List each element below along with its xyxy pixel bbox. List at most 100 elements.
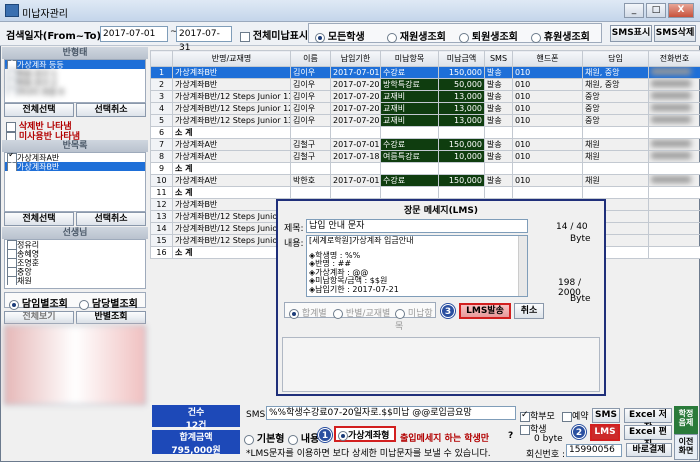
subject-input[interactable]: 납입 안내 문자 — [306, 219, 528, 233]
table-cell-n[interactable]: 3 — [150, 90, 173, 103]
view-by-homeroom[interactable]: 담임별조회 — [9, 295, 68, 310]
table-cell-phone[interactable]: 010 — [512, 114, 583, 127]
table-cell-item[interactable] — [380, 186, 439, 199]
table-cell-sms[interactable]: 발송 — [484, 78, 513, 91]
table-cell-phone[interactable] — [512, 186, 583, 199]
table-cell-phone-blurred[interactable] — [648, 162, 700, 175]
content-scrollbar[interactable] — [518, 236, 527, 296]
deselect-all-button[interactable]: 선택취소 — [76, 103, 146, 117]
table-cell-due[interactable]: 2017-07-01 — [330, 138, 381, 151]
table-row[interactable]: 8 가상계좌A반 김철구 2017-07-18 여름특강료 10,000 발송 010 채원 — [150, 150, 700, 163]
table-cell-class[interactable]: 소 계 — [172, 186, 291, 199]
table-cell-class[interactable]: 가상계좌B반 — [172, 78, 291, 91]
table-cell-n[interactable]: 16 — [150, 246, 173, 259]
list-item[interactable]: 중앙 — [5, 267, 145, 276]
option-total[interactable]: 합계별 — [289, 306, 327, 319]
table-cell-teacher[interactable]: 중앙 — [582, 102, 649, 115]
deselect-all-button-2[interactable]: 선택취소 — [76, 212, 146, 226]
table-cell-amount[interactable] — [438, 186, 485, 199]
table-row[interactable]: 7 가상계좌A반 김철구 2017-07-01 수강료 150,000 발송 010 채원 — [150, 138, 700, 151]
table-cell-phone-blurred[interactable] — [648, 174, 700, 187]
help-question[interactable]: ? — [508, 431, 513, 441]
parent-checkbox[interactable]: 학부모 — [520, 409, 555, 422]
list-item[interactable]: 가상계좌 등등 — [5, 60, 145, 69]
table-cell-name[interactable]: 김철구 — [290, 150, 331, 163]
view-by-charge[interactable]: 담당별조회 — [79, 295, 138, 310]
table-cell-phone[interactable]: 010 — [512, 138, 583, 151]
table-cell-phone[interactable]: 010 — [512, 78, 583, 91]
table-cell-n[interactable]: 5 — [150, 114, 173, 127]
table-cell-due[interactable]: 2017-07-20 — [330, 90, 381, 103]
table-row[interactable]: 9소 계 160,000 — [150, 162, 700, 175]
close-button[interactable]: X — [668, 3, 694, 18]
table-cell-sms[interactable]: 발송 — [484, 150, 513, 163]
table-cell-amount[interactable]: 13,000 — [438, 114, 485, 127]
table-cell-sms[interactable] — [484, 162, 513, 175]
table-cell-item[interactable]: 수강료 — [380, 174, 439, 187]
column-header[interactable]: 납입기한 — [330, 50, 381, 67]
table-cell-n[interactable]: 11 — [150, 186, 173, 199]
table-cell-amount[interactable]: 150,000 — [438, 138, 485, 151]
table-cell-name[interactable] — [290, 162, 331, 175]
table-cell-phone[interactable]: 010 — [512, 66, 583, 79]
table-cell-teacher[interactable]: 채원 — [582, 150, 649, 163]
table-cell-due[interactable]: 2017-07-18 — [330, 150, 381, 163]
table-cell-phone-blurred[interactable] — [648, 102, 700, 115]
table-cell-item[interactable]: 교재비 — [380, 90, 439, 103]
table-cell-teacher[interactable]: 채원 — [582, 138, 649, 151]
table-cell-n[interactable]: 14 — [150, 222, 173, 235]
lms-send-button[interactable]: LMS발송 — [459, 303, 511, 319]
table-cell-class[interactable]: 가상계좌B반/12 Steps Junior — [172, 234, 291, 247]
table-cell-class[interactable]: 가상계좌A반 — [172, 174, 291, 187]
table-cell-class[interactable]: 가상계좌B반/12 Steps Junior 11 — [172, 90, 291, 103]
table-cell-amount[interactable]: 13,000 — [438, 90, 485, 103]
callback-number-select[interactable]: 15990056 — [566, 444, 622, 457]
list-item[interactable]: 송혜영 — [5, 249, 145, 258]
table-cell-phone-blurred[interactable] — [648, 234, 700, 247]
table-row[interactable]: 5 가상계좌B반/12 Steps Junior 13 김이우 2017-07-20 교… — [150, 114, 700, 127]
table-row[interactable]: 4 가상계좌B반/12 Steps Junior 12 김이우 2017-07-20 교… — [150, 102, 700, 115]
table-cell-amount[interactable]: 160,000 — [438, 162, 485, 175]
table-cell-due[interactable]: 2017-07-01 — [330, 174, 381, 187]
sms-send-button[interactable]: SMS — [592, 408, 620, 423]
table-cell-phone-blurred[interactable] — [648, 114, 700, 127]
template-content[interactable]: 내용 — [288, 430, 319, 445]
table-cell-phone[interactable]: 010 — [512, 102, 583, 115]
minimize-button[interactable]: _ — [624, 3, 644, 18]
content-textarea[interactable]: [세계로학원]가상계좌 입금안내 ◈학생명 : %% ◈반명 : ## ◈가상계… — [306, 235, 528, 297]
table-cell-class[interactable]: 가상계좌A반 — [172, 138, 291, 151]
table-cell-item[interactable] — [380, 162, 439, 175]
table-cell-teacher[interactable]: 채원, 중앙 — [582, 78, 649, 91]
table-cell-item[interactable] — [380, 126, 439, 139]
table-cell-class[interactable]: 가상계좌B반/12 Steps Junior — [172, 222, 291, 235]
table-cell-phone-blurred[interactable] — [648, 66, 700, 79]
option-unpaid-item[interactable]: 미납항목 — [395, 306, 435, 332]
table-cell-phone-blurred[interactable] — [648, 246, 700, 259]
date-from-input[interactable]: 2017-07-01 — [100, 26, 168, 42]
option-by-class[interactable]: 반별/교재별 — [333, 306, 390, 319]
list-item[interactable]: 조영훈 — [5, 258, 145, 267]
table-cell-class[interactable]: 소 계 — [172, 126, 291, 139]
table-cell-item[interactable]: 수강료 — [380, 66, 439, 79]
confirm-side-button[interactable]: 학정 음제 — [674, 406, 698, 434]
table-cell-class[interactable]: 가상계좌A반 — [172, 150, 291, 163]
table-cell-class[interactable]: 가상계좌B반/12 Steps Junior — [172, 210, 291, 223]
direct-payment-button[interactable]: 바로결제 — [626, 443, 672, 457]
table-cell-class[interactable]: 소 계 — [172, 162, 291, 175]
student-list[interactable] — [4, 325, 146, 405]
table-cell-phone-blurred[interactable] — [648, 222, 700, 235]
select-all-button-2[interactable]: 전체선택 — [4, 212, 74, 226]
table-cell-n[interactable]: 1 — [150, 66, 173, 79]
excel-edit-button[interactable]: Excel 편집 — [624, 425, 672, 450]
table-cell-teacher[interactable] — [582, 162, 649, 175]
table-cell-class[interactable]: 가상계좌B반 — [172, 198, 291, 211]
table-cell-due[interactable] — [330, 186, 381, 199]
reserve-checkbox[interactable]: 예약 — [562, 409, 589, 422]
teacher-list[interactable]: 정유리 송혜영 조영훈 중앙 채원 — [4, 239, 146, 289]
table-cell-n[interactable]: 15 — [150, 234, 173, 247]
table-cell-due[interactable] — [330, 126, 381, 139]
table-cell-due[interactable]: 2017-07-20 — [330, 78, 381, 91]
table-cell-name[interactable]: 김이우 — [290, 102, 331, 115]
table-cell-name[interactable] — [290, 126, 331, 139]
table-cell-name[interactable]: 김철구 — [290, 138, 331, 151]
